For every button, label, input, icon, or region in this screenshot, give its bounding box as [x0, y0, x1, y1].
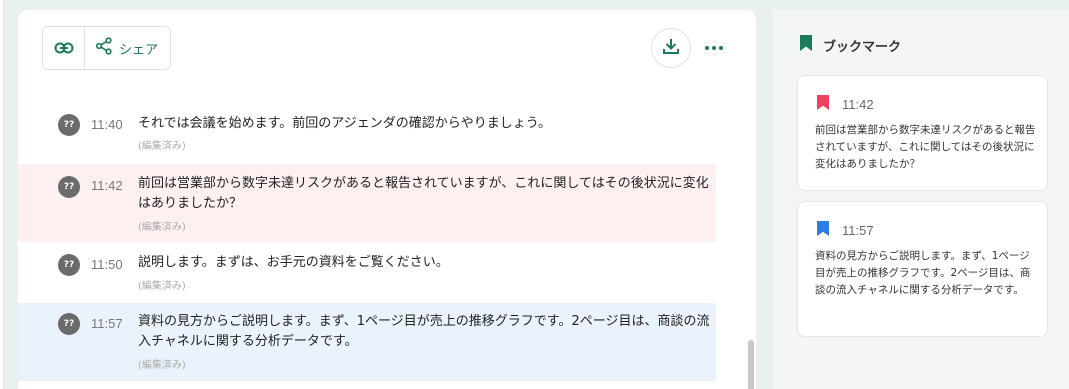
more-dot — [719, 46, 723, 50]
bookmark-card[interactable]: 11:57 資料の見方からご説明します。まず、1ページ目が売上の推移グラフです。… — [797, 201, 1048, 337]
link-icon — [54, 39, 74, 58]
edited-label: (編集済み) — [138, 141, 186, 152]
speaker-avatar[interactable]: ?? — [58, 313, 80, 335]
bookmark-time: 11:57 — [842, 223, 874, 238]
timestamp[interactable]: 11:50 — [91, 257, 123, 272]
left-panel-edge — [0, 0, 4, 389]
transcript-row[interactable]: ?? 11:57 資料の見方からご説明します。まず、1ページ目が売上の推移グラフ… — [18, 303, 716, 381]
bookmark-icon — [799, 34, 813, 56]
transcript-scrollbar[interactable] — [748, 340, 754, 389]
bookmark-panel-header: ブックマーク — [799, 34, 901, 56]
transcript-panel: シェア ?? 11:40 それでは会議を始めます。前回のアジェンダの確認からやり… — [18, 10, 756, 389]
transcript-row[interactable]: ?? 11:50 説明します。まずは、お手元の資料をご覧ください。 (編集済み) — [18, 242, 716, 303]
transcript-row[interactable]: ?? 11:42 前回は営業部から数字未達リスクがあると報告されていますが、これ… — [18, 164, 716, 242]
utterance-text[interactable]: 前回は営業部から数字未達リスクがあると報告されていますが、これに関してはその後状… — [138, 174, 713, 214]
more-horizontal-icon — [705, 46, 709, 50]
transcript-list: ?? 11:40 それでは会議を始めます。前回のアジェンダの確認からやりましょう… — [18, 100, 718, 381]
download-icon — [662, 37, 680, 59]
edited-label: (編集済み) — [138, 360, 186, 371]
timestamp[interactable]: 11:57 — [91, 316, 123, 331]
bookmark-panel: ブックマーク 11:42 前回は営業部から数字未達リスクがあると報告されています… — [773, 10, 1069, 389]
bookmark-card-header: 11:57 — [816, 220, 874, 241]
download-button[interactable] — [651, 28, 691, 68]
bookmark-card-header: 11:42 — [816, 94, 874, 115]
utterance-text[interactable]: 資料の見方からご説明します。まず、1ページ目が売上の推移グラフです。2ページ目は… — [138, 312, 713, 352]
bookmark-text: 前回は営業部から数字未達リスクがあると報告されていますが、これに関してはその後状… — [815, 124, 1036, 170]
edited-label: (編集済み) — [138, 281, 186, 292]
bookmark-text: 資料の見方からご説明します。まず、1ページ目が売上の推移グラフです。2ページ目は… — [815, 250, 1031, 296]
transcript-row[interactable]: ?? 11:40 それでは会議を始めます。前回のアジェンダの確認からやりましょう… — [18, 100, 716, 164]
bookmark-card[interactable]: 11:42 前回は営業部から数字未達リスクがあると報告されていますが、これに関し… — [797, 75, 1048, 191]
share-button[interactable]: シェア — [85, 27, 170, 69]
bookmark-icon — [816, 220, 830, 241]
edited-label: (編集済み) — [138, 222, 186, 233]
share-icon — [95, 37, 113, 59]
bookmark-time: 11:42 — [842, 97, 874, 112]
more-dot — [712, 46, 716, 50]
share-label: シェア — [119, 42, 159, 58]
more-options-button[interactable] — [702, 38, 726, 58]
bookmark-panel-title: ブックマーク — [823, 39, 902, 55]
toolbar-group: シェア — [42, 26, 172, 70]
speaker-avatar[interactable]: ?? — [58, 254, 80, 276]
timestamp[interactable]: 11:42 — [91, 178, 123, 193]
timestamp[interactable]: 11:40 — [91, 117, 123, 132]
utterance-text[interactable]: 説明します。まずは、お手元の資料をご覧ください。 — [138, 253, 713, 273]
speaker-avatar[interactable]: ?? — [58, 176, 80, 198]
speaker-avatar[interactable]: ?? — [58, 114, 80, 136]
utterance-text[interactable]: それでは会議を始めます。前回のアジェンダの確認からやりましょう。 — [138, 114, 713, 134]
copy-link-button[interactable] — [43, 27, 85, 69]
bookmark-icon — [816, 94, 830, 115]
